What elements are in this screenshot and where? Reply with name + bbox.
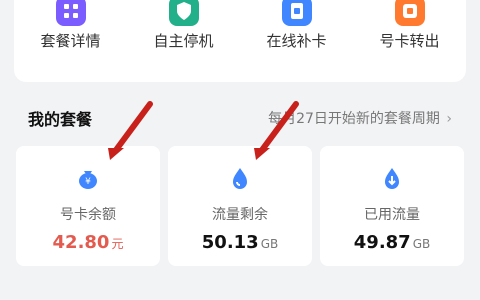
- stat-label: 已用流量: [364, 207, 420, 223]
- stat-value: 42.80 元: [16, 232, 160, 253]
- service-label: 在线补卡: [266, 32, 327, 50]
- services-card: 套餐详情 自主停机 在线补卡 号卡转出: [14, 0, 466, 82]
- service-label: 号卡转出: [379, 32, 440, 50]
- stat-data-used[interactable]: 已用流量 49.87 GB: [320, 146, 464, 266]
- service-online-replace-card[interactable]: 在线补卡: [240, 0, 353, 82]
- service-number-transfer[interactable]: 号卡转出: [353, 0, 466, 82]
- transfer-icon: [394, 0, 425, 26]
- annotation-arrow-right: [254, 101, 299, 160]
- balance-amount: 42.80: [52, 232, 110, 253]
- stat-value: 49.87 GB: [320, 232, 464, 253]
- balance-unit: 元: [111, 237, 124, 251]
- data-used-unit: GB: [412, 237, 431, 251]
- service-self-suspend[interactable]: 自主停机: [127, 0, 240, 82]
- water-drop-icon: [226, 164, 254, 192]
- data-remaining-unit: GB: [260, 237, 279, 251]
- chevron-right-icon: ›: [446, 111, 452, 127]
- data-used-amount: 49.87: [353, 232, 411, 253]
- service-label: 自主停机: [153, 32, 214, 50]
- section-title: 我的套餐: [28, 110, 93, 129]
- data-remaining-amount: 50.13: [201, 232, 259, 253]
- shield-icon: [168, 0, 199, 26]
- money-bag-icon: ¥: [74, 164, 102, 192]
- service-label: 套餐详情: [40, 32, 101, 50]
- sim-card-icon: [281, 0, 312, 26]
- stat-label: 流量剩余: [212, 207, 268, 223]
- svg-text:¥: ¥: [85, 177, 91, 187]
- download-drop-icon: [378, 164, 406, 192]
- stat-label: 号卡余额: [60, 207, 116, 223]
- service-plan-details[interactable]: 套餐详情: [14, 0, 127, 82]
- bottom-band: [0, 276, 480, 300]
- annotation-arrow-left: [108, 101, 153, 160]
- stat-value: 50.13 GB: [168, 232, 312, 253]
- grid-icon: [55, 0, 86, 26]
